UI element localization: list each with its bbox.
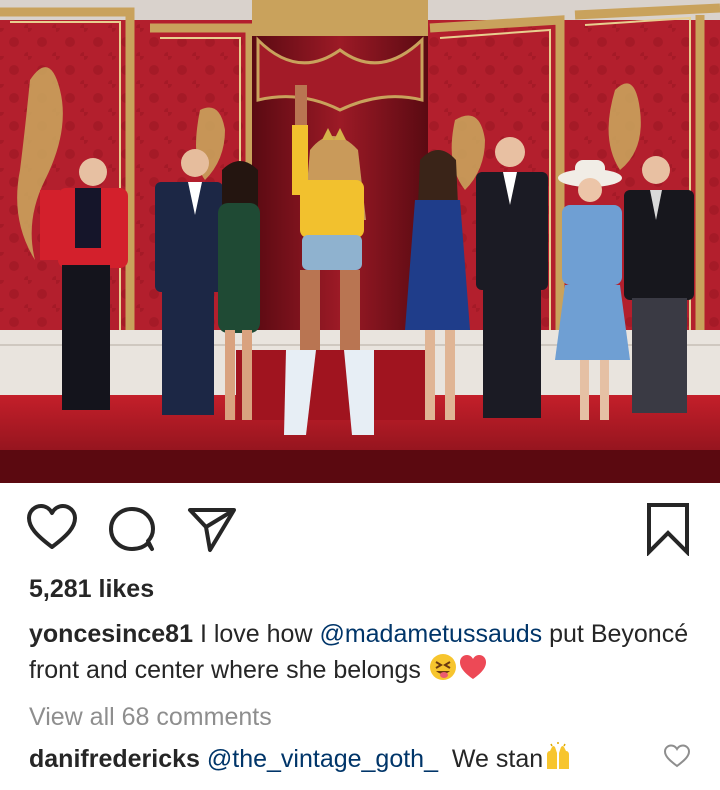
raising-hands-icon: [543, 741, 573, 781]
heart-outline-icon: [27, 504, 77, 549]
post-actions-bar: [0, 497, 720, 561]
share-button[interactable]: [186, 505, 238, 553]
comment-row: danifredericks @the_vintage_goth_ We sta…: [29, 741, 659, 781]
comment-text: We stan: [438, 745, 544, 773]
post-caption: yoncesince81 I love how @madametussauds …: [29, 617, 699, 692]
view-all-comments-link[interactable]: View all 68 comments: [29, 703, 272, 732]
caption-mention[interactable]: @madametussauds: [319, 620, 542, 648]
speech-bubble-icon: [109, 507, 155, 551]
comment-mention[interactable]: @the_vintage_goth_: [207, 745, 438, 773]
likes-count[interactable]: 5,281 likes: [29, 575, 154, 604]
squinting-tongue-face-icon: [428, 652, 458, 692]
paper-plane-icon: [188, 508, 236, 552]
small-heart-icon: [663, 744, 691, 768]
like-button[interactable]: [26, 503, 78, 551]
caption-username[interactable]: yoncesince81: [29, 620, 193, 648]
wax-figures-photo: [0, 0, 720, 483]
comment-button[interactable]: [107, 505, 157, 553]
save-button[interactable]: [644, 502, 692, 556]
bookmark-icon: [647, 503, 689, 556]
post-photo[interactable]: [0, 0, 720, 483]
red-heart-icon: [458, 652, 488, 692]
comment-username[interactable]: danifredericks: [29, 745, 200, 773]
caption-text-1: I love how: [193, 620, 320, 648]
comment-like-button[interactable]: [663, 743, 691, 774]
